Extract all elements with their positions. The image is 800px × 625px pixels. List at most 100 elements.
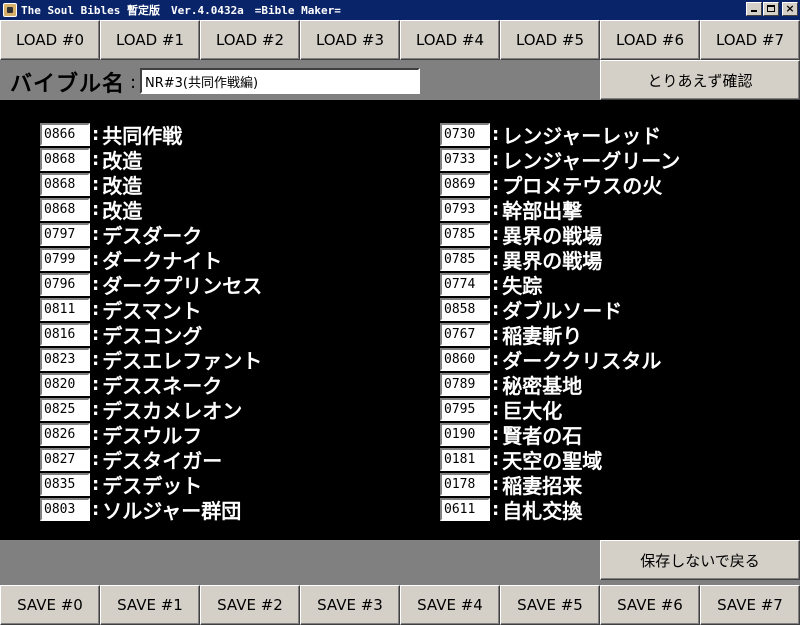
load-button-row: LOAD #0 LOAD #1 LOAD #2 LOAD #3 LOAD #4 … (0, 20, 800, 60)
save-button-1[interactable]: SAVE #1 (100, 585, 200, 625)
card-row: :デスダーク (40, 222, 262, 248)
card-code-input[interactable] (40, 498, 90, 521)
save-button-6[interactable]: SAVE #6 (600, 585, 700, 625)
card-row: :自札交換 (440, 497, 680, 523)
card-colon: : (492, 349, 500, 370)
card-code-input[interactable] (40, 373, 90, 396)
save-button-2[interactable]: SAVE #2 (200, 585, 300, 625)
card-row: :巨大化 (440, 397, 680, 423)
card-colon: : (92, 199, 100, 220)
save-button-5[interactable]: SAVE #5 (500, 585, 600, 625)
confirm-button[interactable]: とりあえず確認 (600, 60, 800, 100)
close-icon: × (785, 2, 795, 15)
card-colon: : (92, 249, 100, 270)
card-row: :レンジャーレッド (440, 122, 680, 148)
card-list-left: :共同作戦:改造:改造:改造:デスダーク:ダークナイト:ダークプリンセス:デスマ… (40, 122, 262, 523)
card-code-input[interactable] (40, 323, 90, 346)
card-code-input[interactable] (440, 448, 490, 471)
card-colon: : (92, 174, 100, 195)
card-code-input[interactable] (440, 323, 490, 346)
card-code-input[interactable] (40, 448, 90, 471)
load-button-5[interactable]: LOAD #5 (500, 20, 600, 60)
card-row: :稲妻招来 (440, 472, 680, 498)
card-code-input[interactable] (440, 148, 490, 171)
save-button-4[interactable]: SAVE #4 (400, 585, 500, 625)
card-code-input[interactable] (40, 248, 90, 271)
card-code-input[interactable] (40, 198, 90, 221)
card-code-input[interactable] (40, 273, 90, 296)
load-button-1[interactable]: LOAD #1 (100, 20, 200, 60)
card-row: :改造 (40, 197, 262, 223)
card-row: :デスウルフ (40, 422, 262, 448)
card-colon: : (492, 449, 500, 470)
card-row: :レンジャーグリーン (440, 147, 680, 173)
back-without-saving-button[interactable]: 保存しないで戻る (600, 540, 800, 580)
card-row: :秘密基地 (440, 372, 680, 398)
card-colon: : (92, 274, 100, 295)
card-colon: : (92, 499, 100, 520)
card-code-input[interactable] (40, 148, 90, 171)
card-colon: : (492, 499, 500, 520)
card-code-input[interactable] (40, 348, 90, 371)
card-row: :デスマント (40, 297, 262, 323)
card-colon: : (92, 474, 100, 495)
close-button[interactable]: × (782, 2, 798, 16)
card-row: :デスエレファント (40, 347, 262, 373)
card-code-input[interactable] (440, 198, 490, 221)
load-button-4[interactable]: LOAD #4 (400, 20, 500, 60)
card-code-input[interactable] (440, 473, 490, 496)
card-colon: : (92, 324, 100, 345)
card-row: :デスコング (40, 322, 262, 348)
load-button-0[interactable]: LOAD #0 (0, 20, 100, 60)
card-row: :プロメテウスの火 (440, 172, 680, 198)
load-button-7[interactable]: LOAD #7 (700, 20, 800, 60)
title-bar: The Soul Bibles 暫定版 Ver.4.0432a =Bible M… (0, 0, 800, 20)
card-code-input[interactable] (440, 173, 490, 196)
card-code-input[interactable] (440, 498, 490, 521)
card-code-input[interactable] (440, 298, 490, 321)
save-button-7[interactable]: SAVE #7 (700, 585, 800, 625)
card-code-input[interactable] (40, 298, 90, 321)
card-colon: : (92, 399, 100, 420)
app-icon (3, 3, 17, 17)
card-colon: : (92, 149, 100, 170)
load-button-6[interactable]: LOAD #6 (600, 20, 700, 60)
maximize-button[interactable] (763, 2, 779, 16)
card-code-input[interactable] (440, 223, 490, 246)
card-colon: : (492, 274, 500, 295)
card-code-input[interactable] (440, 123, 490, 146)
card-code-input[interactable] (440, 348, 490, 371)
card-row: :デススネーク (40, 372, 262, 398)
card-code-input[interactable] (440, 373, 490, 396)
load-button-2[interactable]: LOAD #2 (200, 20, 300, 60)
load-button-3[interactable]: LOAD #3 (300, 20, 400, 60)
save-button-3[interactable]: SAVE #3 (300, 585, 400, 625)
minimize-button[interactable] (746, 2, 762, 16)
card-colon: : (492, 399, 500, 420)
card-colon: : (492, 199, 500, 220)
card-row: :ダーククリスタル (440, 347, 680, 373)
card-colon: : (92, 449, 100, 470)
maximize-icon (767, 5, 775, 12)
card-code-input[interactable] (40, 123, 90, 146)
card-code-input[interactable] (440, 248, 490, 271)
card-code-input[interactable] (40, 223, 90, 246)
card-name: ソルジャー群団 (102, 499, 242, 523)
card-code-input[interactable] (40, 423, 90, 446)
bible-name-input[interactable] (140, 68, 420, 94)
card-colon: : (492, 224, 500, 245)
card-row: :改造 (40, 147, 262, 173)
save-button-0[interactable]: SAVE #0 (0, 585, 100, 625)
card-colon: : (492, 299, 500, 320)
card-code-input[interactable] (40, 473, 90, 496)
card-row: :天空の聖域 (440, 447, 680, 473)
save-button-row: SAVE #0 SAVE #1 SAVE #2 SAVE #3 SAVE #4 … (0, 585, 800, 625)
card-code-input[interactable] (40, 173, 90, 196)
card-row: :デスカメレオン (40, 397, 262, 423)
card-code-input[interactable] (440, 273, 490, 296)
card-code-input[interactable] (440, 398, 490, 421)
card-code-input[interactable] (440, 423, 490, 446)
bible-name-colon: : (130, 72, 137, 93)
card-row: :異界の戦場 (440, 222, 680, 248)
card-code-input[interactable] (40, 398, 90, 421)
